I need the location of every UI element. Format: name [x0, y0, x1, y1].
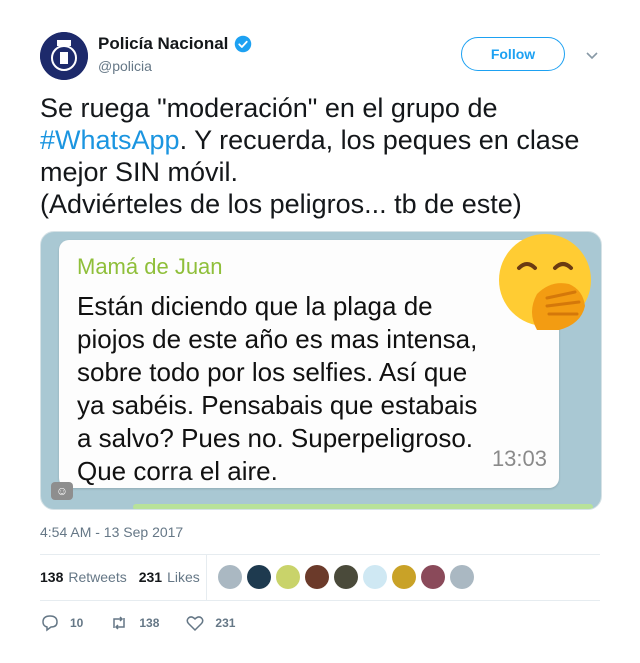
display-name-link[interactable]: Policía Nacional: [98, 34, 252, 54]
retweets-label[interactable]: Retweets: [68, 569, 126, 585]
chat-line: sobre todo por los selfies. Así que: [77, 357, 468, 387]
reply-action[interactable]: 10: [40, 613, 83, 633]
heart-icon: [186, 616, 204, 632]
follow-button[interactable]: Follow: [461, 37, 565, 71]
chat-line: piojos de este año es mas intensa,: [77, 324, 478, 354]
retweet-action[interactable]: 138: [109, 613, 159, 633]
retweet-count: 138: [139, 616, 160, 630]
chat-time: 13:03: [491, 446, 547, 471]
like-count: 231: [215, 616, 236, 630]
media-image[interactable]: Mamá de Juan Están diciendo que la plaga…: [40, 231, 602, 510]
hand-over-mouth-emoji-icon: [499, 234, 591, 330]
chat-message: Están diciendo que la plaga de piojos de…: [77, 290, 547, 488]
liker-avatar[interactable]: [305, 565, 329, 589]
liker-avatar[interactable]: [334, 565, 358, 589]
tweet-line-1: Se ruega "moderación" en el grupo de: [40, 93, 498, 123]
tweet-line-2: #WhatsApp. Y recuerda, los peques en cla…: [40, 124, 610, 156]
liker-avatar[interactable]: [450, 565, 474, 589]
liker-avatar[interactable]: [276, 565, 300, 589]
chat-input-strip: [133, 504, 593, 509]
retweets-count[interactable]: 138: [40, 569, 63, 585]
hashtag-link[interactable]: #WhatsApp: [40, 125, 180, 155]
tweet-actions: 10 138 231: [40, 613, 261, 633]
divider: [40, 600, 600, 601]
chevron-down-icon[interactable]: [585, 48, 599, 62]
chat-line: Están diciendo que la plaga de: [77, 291, 433, 321]
tweet-line-2-text: . Y recuerda, los peques en clase: [179, 125, 580, 155]
verified-badge-icon: [235, 35, 252, 53]
reply-count: 10: [70, 616, 84, 630]
account-avatar[interactable]: [40, 32, 88, 80]
liker-avatars: [218, 565, 474, 589]
tweet-line-3: mejor SIN móvil.: [40, 157, 239, 187]
tweet-line-4: (Adviérteles de los peligros... tb de es…: [40, 189, 522, 219]
chat-line: Que corra el aire.: [77, 456, 278, 486]
media-badge-icon: ☺: [51, 482, 73, 500]
tweet-text: Se ruega "moderación" en el grupo de #Wh…: [40, 92, 610, 220]
account-names: Policía Nacional @policia: [98, 34, 252, 74]
chat-line: ya sabéis. Pensabais que estabais: [77, 390, 478, 420]
liker-avatar[interactable]: [363, 565, 387, 589]
reply-icon: [42, 615, 58, 632]
likes-label[interactable]: Likes: [167, 569, 200, 585]
divider: [40, 554, 600, 555]
chat-bubble: Mamá de Juan Están diciendo que la plaga…: [59, 240, 559, 488]
chat-line: a salvo? Pues no. Superpeligroso.: [77, 423, 474, 453]
retweet-icon: [113, 616, 126, 630]
tweet-stats: 138 Retweets 231 Likes: [40, 569, 212, 585]
account-handle: @policia: [98, 58, 152, 74]
tweet-header: Policía Nacional @policia Follow: [40, 30, 600, 82]
liker-avatar[interactable]: [392, 565, 416, 589]
stats-separator: [206, 554, 207, 600]
likes-count[interactable]: 231: [139, 569, 162, 585]
liker-avatar[interactable]: [421, 565, 445, 589]
display-name: Policía Nacional: [98, 34, 229, 53]
like-action[interactable]: 231: [185, 613, 235, 633]
tweet-timestamp[interactable]: 4:54 AM - 13 Sep 2017: [40, 524, 183, 540]
liker-avatar[interactable]: [247, 565, 271, 589]
chat-author: Mamá de Juan: [77, 254, 223, 279]
liker-avatar[interactable]: [218, 565, 242, 589]
